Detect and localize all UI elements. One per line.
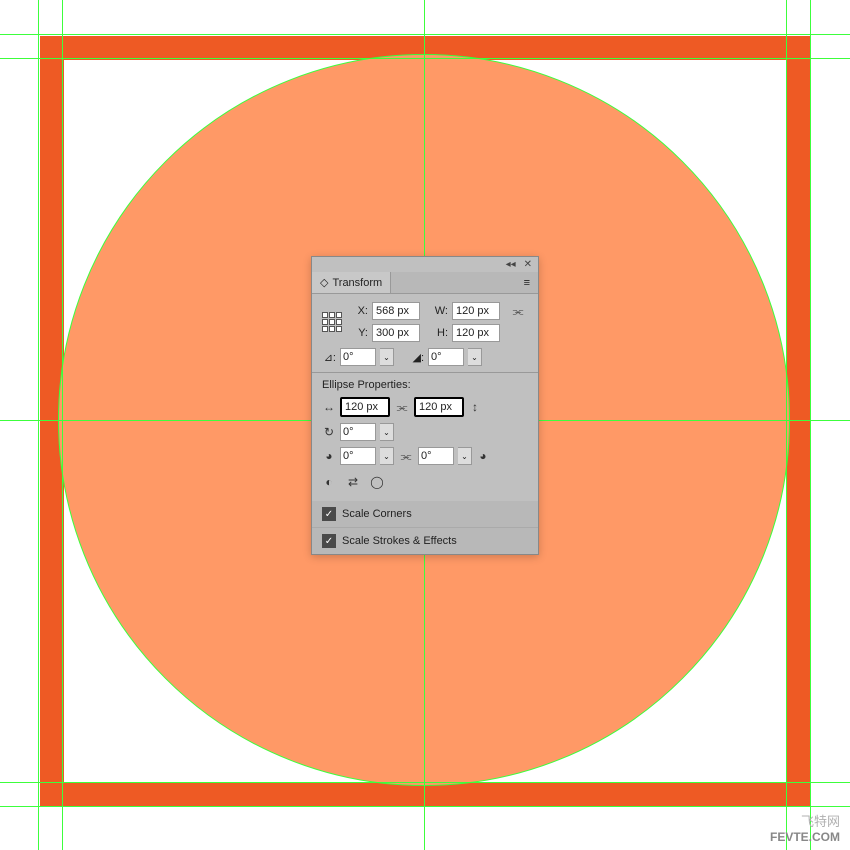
guide-h[interactable]	[0, 782, 850, 783]
panel-title: Transform	[332, 277, 382, 289]
y-label: Y:	[354, 327, 368, 339]
transform-panel: ◂◂ ✕ ◇ Transform ≡ X: 568 px W: 120 px ⫘	[311, 256, 539, 555]
watermark-line1: 飞特网	[770, 811, 840, 830]
x-label: X:	[354, 305, 368, 317]
scale-corners-checkbox[interactable]: ✓	[322, 507, 336, 521]
guide-v[interactable]	[810, 0, 811, 850]
close-icon[interactable]: ✕	[524, 259, 532, 270]
guide-h[interactable]	[0, 58, 850, 59]
pie-angle-input[interactable]: 0°	[340, 423, 376, 441]
link-ellipse-icon[interactable]: ⫘	[394, 399, 410, 415]
watermark: 飞特网 FEVTE.COM	[770, 811, 840, 844]
rotate-dropdown[interactable]: ⌄	[380, 348, 394, 366]
swap-icon[interactable]: ⇄	[346, 475, 360, 489]
pie-start-icon: ◕	[322, 449, 336, 463]
invert-pie-icon[interactable]: ◐	[322, 475, 336, 489]
ellipse-width-input[interactable]: 120 px	[340, 397, 390, 417]
width-input[interactable]: 120 px	[452, 302, 500, 320]
y-input[interactable]: 300 px	[372, 324, 420, 342]
height-input[interactable]: 120 px	[452, 324, 500, 342]
pie-start-input[interactable]: 0°	[340, 447, 376, 465]
transform-icon: ◇	[320, 276, 328, 289]
rotate-input[interactable]: 0°	[340, 348, 376, 366]
scale-strokes-checkbox[interactable]: ✓	[322, 534, 336, 548]
pie-rotate-icon: ↻	[322, 425, 336, 439]
rotate-icon: ⊿:	[322, 351, 336, 364]
ellipse-height-icon: ↕	[468, 400, 482, 414]
ellipse-section-label: Ellipse Properties:	[322, 379, 528, 391]
scale-corners-label: Scale Corners	[342, 508, 412, 520]
guide-v[interactable]	[786, 0, 787, 850]
guide-v[interactable]	[62, 0, 63, 850]
pie-end-input[interactable]: 0°	[418, 447, 454, 465]
link-pie-icon[interactable]: ⫘	[398, 448, 414, 464]
pie-angle-dropdown[interactable]: ⌄	[380, 423, 394, 441]
shear-icon: ◢:	[410, 351, 424, 364]
h-label: H:	[434, 327, 448, 339]
ellipse-height-input[interactable]: 120 px	[414, 397, 464, 417]
pie-end-icon: ◕	[476, 449, 490, 463]
collapse-icon[interactable]: ◂◂	[506, 259, 516, 270]
shear-input[interactable]: 0°	[428, 348, 464, 366]
scale-strokes-label: Scale Strokes & Effects	[342, 535, 457, 547]
divider	[312, 372, 538, 373]
reset-ellipse-icon[interactable]: ◯	[370, 475, 384, 489]
w-label: W:	[434, 305, 448, 317]
shear-dropdown[interactable]: ⌄	[468, 348, 482, 366]
reference-point-grid[interactable]	[322, 312, 342, 332]
x-input[interactable]: 568 px	[372, 302, 420, 320]
guide-h[interactable]	[0, 34, 850, 35]
ellipse-width-icon: ↔	[322, 400, 336, 414]
watermark-line2: FEVTE.COM	[770, 830, 840, 844]
link-wh-icon[interactable]: ⫘	[510, 303, 526, 319]
tab-transform[interactable]: ◇ Transform	[312, 272, 391, 293]
panel-menu-icon[interactable]: ≡	[516, 273, 538, 293]
pie-end-dropdown[interactable]: ⌄	[458, 447, 472, 465]
pie-start-dropdown[interactable]: ⌄	[380, 447, 394, 465]
guide-h[interactable]	[0, 806, 850, 807]
guide-v[interactable]	[38, 0, 39, 850]
